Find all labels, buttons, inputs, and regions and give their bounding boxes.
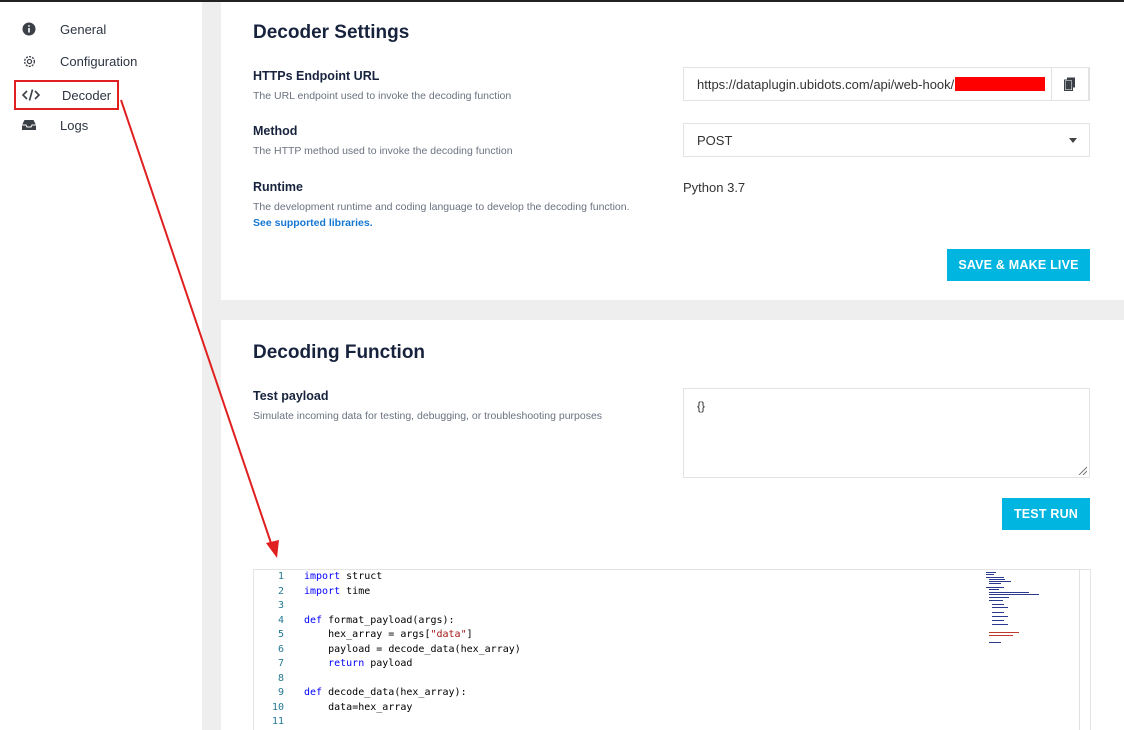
sidebar-item-label: Decoder <box>62 87 112 103</box>
code-line: def decode_data(hex_array): <box>304 687 467 698</box>
test-run-button[interactable]: TEST RUN <box>1002 498 1090 530</box>
copy-icon <box>1064 77 1075 91</box>
resize-handle-icon[interactable] <box>1077 465 1087 475</box>
chevron-down-icon <box>1069 138 1077 143</box>
line-number-gutter: 1 2 3 4 5 6 7 8 9 10 11 <box>254 570 294 730</box>
method-value: POST <box>697 132 733 148</box>
test-payload-value: {} <box>697 399 706 413</box>
runtime-value: Python 3.7 <box>683 180 746 195</box>
code-minimap <box>986 572 1039 643</box>
code-line: data=hex_array <box>328 701 413 713</box>
code-editor[interactable]: 1 2 3 4 5 6 7 8 9 10 11 import struct imp… <box>253 569 1091 730</box>
line-number: 10 <box>271 701 284 713</box>
sidebar-item-logs[interactable]: Logs <box>14 112 204 138</box>
sidebar-item-label: Logs <box>60 117 89 133</box>
sidebar: General Configuration Decoder Logs <box>0 2 202 730</box>
code-line: hex_array = args["data"] <box>328 629 473 640</box>
line-number: 3 <box>277 600 284 611</box>
endpoint-url-value: https://dataplugin.ubidots.com/api/web-h… <box>697 76 955 92</box>
method-select[interactable]: POST <box>683 123 1090 157</box>
code-line: return payload <box>328 658 413 669</box>
line-number: 4 <box>277 614 284 626</box>
line-number: 5 <box>277 629 284 640</box>
test-payload-textarea[interactable]: {} <box>683 388 1090 478</box>
sidebar-item-label: General <box>60 21 107 37</box>
redaction-box <box>955 77 1046 91</box>
sidebar-item-general[interactable]: General <box>14 16 204 42</box>
line-number: 9 <box>277 687 284 698</box>
copy-button[interactable] <box>1051 67 1089 101</box>
line-number: 2 <box>277 585 284 597</box>
code-icon <box>16 88 46 102</box>
inbox-icon <box>14 119 44 131</box>
save-make-live-button[interactable]: SAVE & MAKE LIVE <box>947 249 1090 281</box>
test-payload-label: Test payload <box>253 389 329 403</box>
runtime-description: The development runtime and coding langu… <box>253 199 633 231</box>
gear-icon <box>14 54 44 69</box>
code-line: import struct <box>304 571 383 582</box>
code-line: import time <box>304 585 371 597</box>
decoder-settings-card: Decoder Settings HTTPs Endpoint URL The … <box>221 2 1124 300</box>
method-label: Method <box>253 124 298 138</box>
runtime-description-text: The development runtime and coding langu… <box>253 201 630 213</box>
info-icon <box>14 22 44 36</box>
supported-libraries-link[interactable]: See supported libraries. <box>253 217 373 229</box>
sidebar-item-label: Configuration <box>60 53 138 69</box>
endpoint-label: HTTPs Endpoint URL <box>253 69 380 83</box>
runtime-label: Runtime <box>253 180 303 194</box>
endpoint-url-field[interactable]: https://dataplugin.ubidots.com/api/web-h… <box>683 67 1090 101</box>
sidebar-item-decoder[interactable]: Decoder <box>14 80 119 110</box>
endpoint-description: The URL endpoint used to invoke the deco… <box>253 90 512 102</box>
section-title: Decoding Function <box>253 342 426 363</box>
code-line: payload = decode_data(hex_array) <box>328 643 521 655</box>
vertical-scrollbar[interactable] <box>1079 570 1080 730</box>
line-number: 7 <box>277 658 284 669</box>
line-number: 6 <box>277 643 284 655</box>
line-number: 1 <box>277 571 284 582</box>
decoding-function-card: Decoding Function Test payload Simulate … <box>221 320 1124 730</box>
method-description: The HTTP method used to invoke the decod… <box>253 145 513 157</box>
sidebar-item-configuration[interactable]: Configuration <box>14 48 204 74</box>
test-payload-description: Simulate incoming data for testing, debu… <box>253 410 603 422</box>
line-number: 11 <box>271 716 284 727</box>
code-line: def format_payload(args): <box>304 614 455 626</box>
line-number: 8 <box>277 672 284 684</box>
section-title: Decoder Settings <box>253 22 410 43</box>
